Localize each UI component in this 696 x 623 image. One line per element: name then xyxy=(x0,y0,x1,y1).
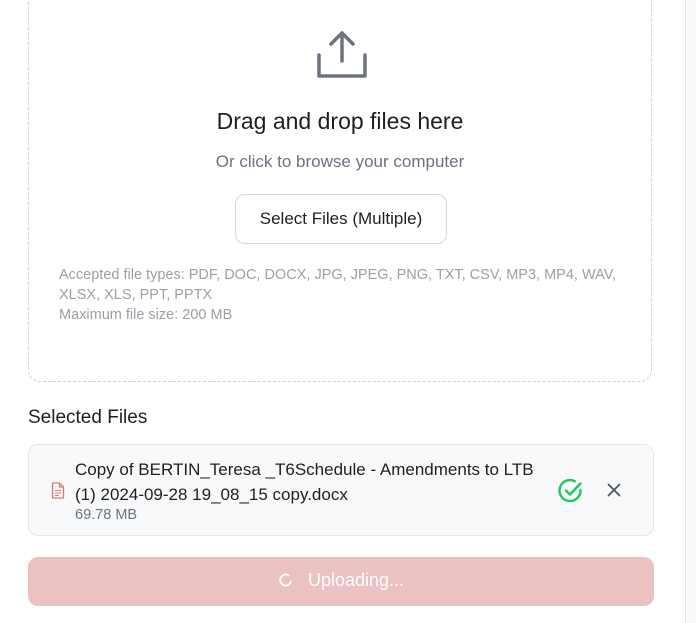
upload-button-label: Uploading... xyxy=(307,569,405,590)
file-dropzone[interactable]: Drag and drop files here Or click to bro… xyxy=(28,0,652,382)
accepted-types-text-continued: XLSX, XLS, PPT, PPTX xyxy=(59,287,213,303)
dropzone-subtitle: Or click to browse your computer xyxy=(215,152,465,171)
file-size: 69.78 MB xyxy=(75,507,138,523)
upload-button[interactable]: Uploading... xyxy=(28,557,654,606)
upload-icon xyxy=(317,31,367,78)
dropzone-title: Drag and drop files here xyxy=(216,108,464,134)
spinner-icon xyxy=(279,573,292,587)
file-upload-page: Drag and drop files here Or click to bro… xyxy=(0,0,696,623)
max-file-size-text: Maximum file size: 200 MB xyxy=(59,307,233,323)
remove-file-button[interactable] xyxy=(603,479,625,501)
accepted-file-info: Accepted file types: PDF, DOC, DOCX, JPG… xyxy=(59,265,629,325)
check-circle-icon xyxy=(558,478,582,503)
document-icon xyxy=(51,482,65,499)
select-files-button[interactable]: Select Files (Multiple) xyxy=(235,194,447,244)
scrollbar[interactable] xyxy=(685,0,696,623)
file-name: Copy of BERTIN_Teresa _T6Schedule - Amen… xyxy=(75,460,534,504)
selected-files-heading: Selected Files xyxy=(28,407,148,428)
selected-file-item: Copy of BERTIN_Teresa _T6Schedule - Amen… xyxy=(28,444,654,536)
accepted-types-text: Accepted file types: PDF, DOC, DOCX, JPG… xyxy=(59,267,617,283)
